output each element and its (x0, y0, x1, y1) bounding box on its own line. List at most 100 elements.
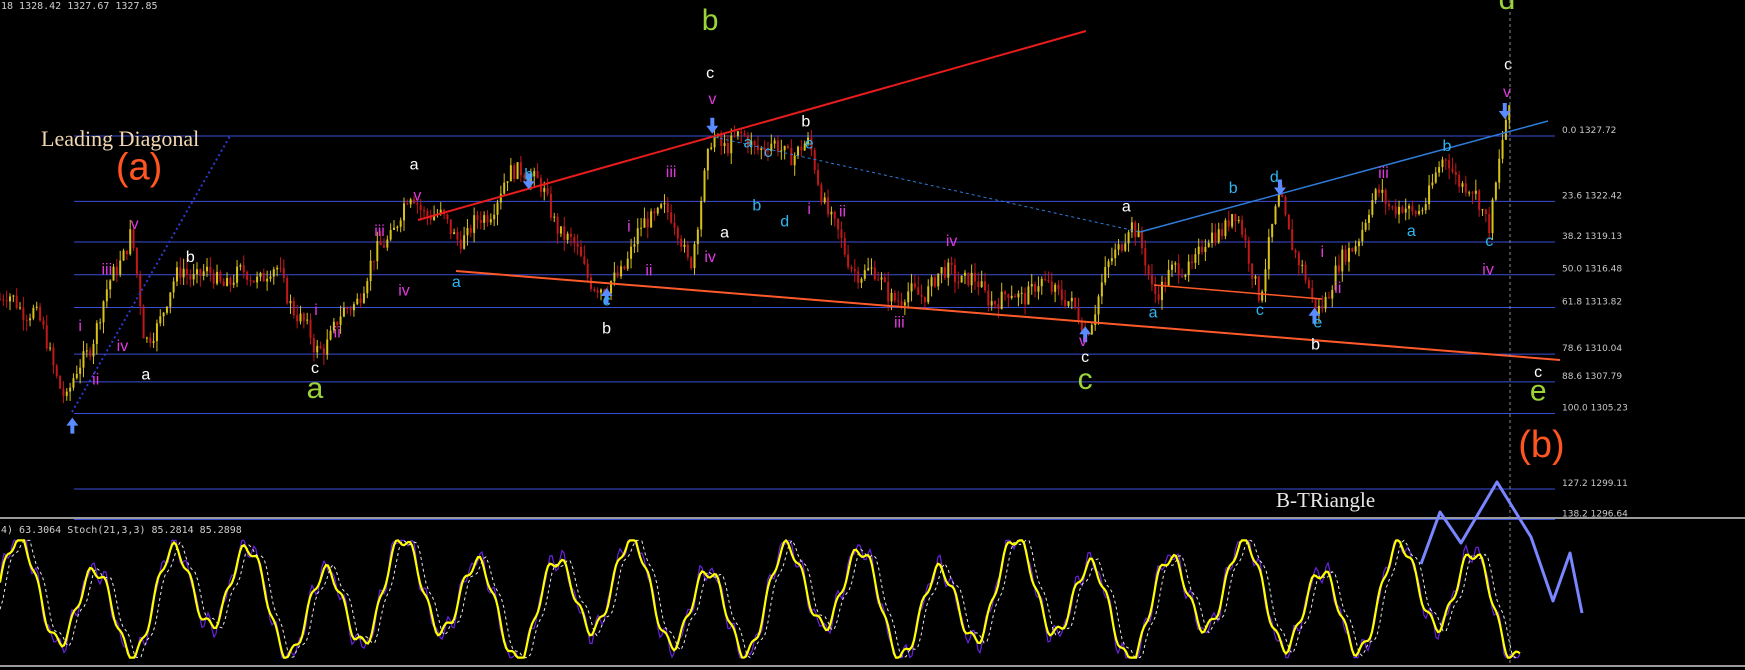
candle-body (1391, 206, 1394, 208)
candle-body (1267, 237, 1270, 270)
candle-body (590, 277, 593, 289)
candle-body (953, 264, 956, 283)
candle-body (1341, 249, 1344, 272)
candle-body (1117, 244, 1120, 250)
candle-body (1114, 249, 1117, 259)
candle-body (820, 184, 823, 203)
candle-body (937, 273, 940, 287)
candle-body (1381, 189, 1384, 193)
candle-body (393, 227, 396, 230)
candle-body (92, 343, 95, 357)
upper-triangle-trendline (417, 30, 1087, 221)
price-chart[interactable]: 0.0 1327.72 23.6 1322.42 38.2 1319.13 50.0 … (0, 0, 1745, 670)
fib-label: 0.0 1327.72 (1562, 126, 1616, 136)
candle-body (493, 214, 496, 220)
candle-body (1401, 206, 1404, 213)
candle-body (917, 287, 920, 295)
candle-body (873, 267, 876, 280)
wave-label: (b) (1518, 424, 1564, 466)
candle-body (783, 145, 786, 151)
candle-body (797, 146, 800, 156)
candle-body (1007, 294, 1010, 299)
candle-body (35, 306, 38, 308)
candle-body (189, 274, 192, 280)
candle-body (850, 267, 853, 270)
candle-body (670, 212, 673, 223)
wave-label: v (1079, 333, 1087, 350)
candle-body (569, 233, 572, 237)
candle-body (1050, 281, 1053, 292)
candle-body (1060, 289, 1063, 300)
candle-body (1057, 284, 1060, 290)
wave-label: c (764, 144, 772, 161)
candle-body (312, 338, 315, 353)
candle-body (1077, 306, 1080, 322)
candle-body (309, 319, 312, 339)
candle-body (877, 279, 880, 281)
candle-body (660, 204, 663, 208)
candle-body (773, 140, 776, 144)
candle-body (1297, 252, 1300, 266)
candle-body (222, 281, 225, 287)
wave-label: iii (894, 315, 905, 332)
candle-body (907, 291, 910, 303)
candle-body (1418, 210, 1421, 215)
candle-body (933, 277, 936, 287)
candle-body (776, 140, 779, 152)
candle-body (125, 250, 128, 255)
candle-body (840, 229, 843, 238)
trendlines (71, 30, 1561, 413)
candle-body (1244, 234, 1247, 241)
wave-label: iii (374, 223, 385, 240)
candle-body (943, 267, 946, 278)
candle-body (650, 211, 653, 228)
candle-body (1398, 206, 1401, 215)
wave-label: c (1081, 349, 1089, 366)
candle-body (322, 348, 325, 355)
candle-body (192, 274, 195, 280)
candle-body (266, 278, 269, 282)
wave-label: v (413, 187, 421, 204)
candle-body (49, 347, 52, 349)
inner-channel-line (1153, 284, 1323, 300)
stochastic-signal-line (0, 539, 1519, 659)
candle-body (99, 322, 102, 324)
candle-body (29, 318, 32, 321)
candle-body (162, 312, 165, 317)
candle-body (543, 188, 546, 192)
candle-body (282, 268, 285, 278)
candle-body (950, 262, 953, 265)
candle-body (1247, 240, 1250, 264)
candle-body (616, 272, 619, 277)
wave-label: b (801, 113, 810, 130)
candle-body (1458, 174, 1461, 187)
ohlc-readout: 18 1328.42 1327.67 1327.85 (1, 1, 158, 12)
candle-body (276, 267, 279, 270)
wave-label: a (452, 274, 461, 291)
candle-body (1204, 246, 1207, 252)
candle-body (1224, 220, 1227, 237)
candle-body (960, 275, 963, 283)
candle-body (870, 267, 873, 269)
candle-body (1294, 250, 1297, 253)
upper-channel-line (1139, 120, 1549, 233)
candle-body (1484, 209, 1487, 215)
candle-body (486, 215, 489, 223)
candle-body (289, 301, 292, 304)
candle-body (1307, 280, 1310, 289)
candle-body (1237, 220, 1240, 222)
candle-body (503, 182, 506, 194)
wave-label: c (603, 292, 611, 309)
candle-body (847, 254, 850, 268)
candle-body (787, 145, 790, 149)
wave-label: c (311, 360, 319, 377)
wave-label: b (1442, 138, 1451, 155)
candle-body (519, 162, 522, 176)
candle-body (459, 239, 462, 249)
candle-body (549, 193, 552, 218)
candle-body (1150, 274, 1153, 285)
candle-body (1164, 281, 1167, 286)
candle-body (1388, 203, 1391, 207)
candle-body (1044, 278, 1047, 281)
candle-body (566, 233, 569, 240)
